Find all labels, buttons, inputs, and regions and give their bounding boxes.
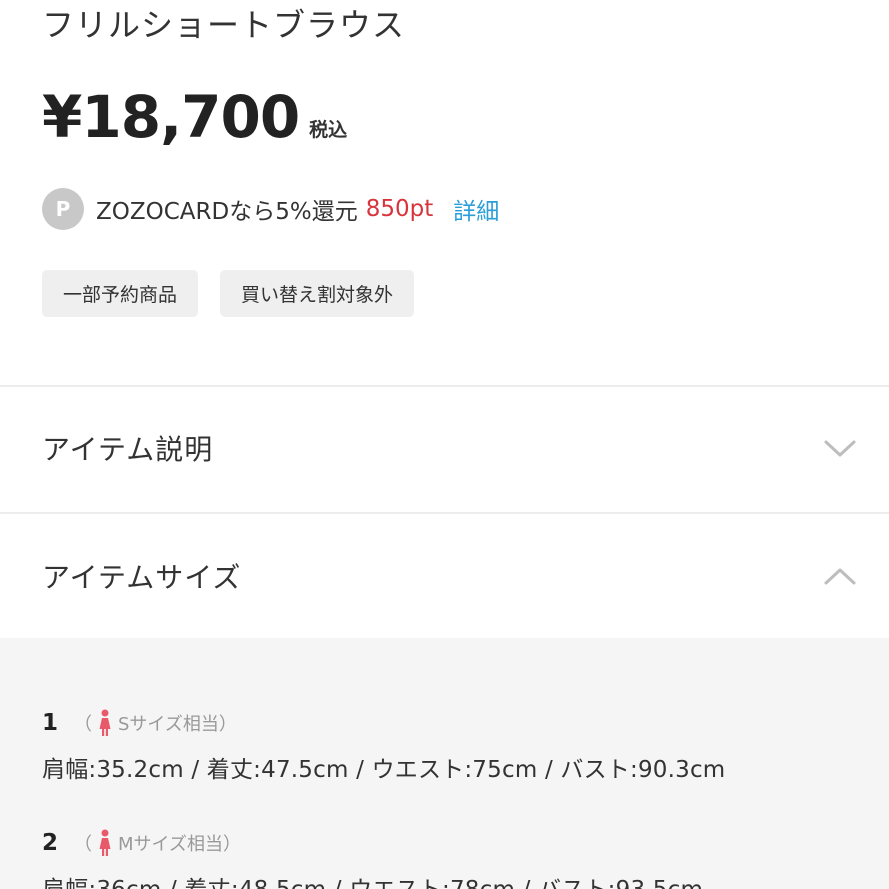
size-number: 2 — [42, 830, 59, 856]
size-head: 2 （ Mサイズ相当 ） — [42, 828, 703, 858]
accordion-title: アイテムサイズ — [42, 561, 242, 594]
size-equivalent: Sサイズ相当 — [118, 714, 219, 735]
product-detail-page: フリルショートブラウス ¥18,700 税込 P ZOZOCARDなら5%還元 … — [0, 0, 889, 889]
accordion-title: アイテム説明 — [42, 433, 214, 466]
points-detail-link[interactable]: 詳細 — [453, 192, 499, 226]
product-tags: 一部予約商品 買い替え割対象外 — [42, 270, 415, 317]
woman-icon — [99, 829, 111, 856]
size-head: 1 （ Sサイズ相当 ） — [42, 708, 725, 738]
points-value: 850pt — [365, 196, 434, 222]
accordion-item-description[interactable]: アイテム説明 — [0, 386, 889, 510]
accordion-item-size[interactable]: アイテムサイズ — [0, 514, 889, 638]
size-equivalent: Mサイズ相当 — [118, 834, 223, 855]
tag-trade-in-excluded: 買い替え割対象外 — [220, 270, 415, 317]
points-row: P ZOZOCARDなら5%還元 850pt 詳細 — [42, 188, 499, 230]
tax-label: 税込 — [309, 119, 348, 141]
size-paren-close: ） — [218, 714, 237, 735]
points-icon: P — [42, 188, 84, 230]
size-paren-open: （ — [74, 714, 92, 735]
size-entry: 2 （ Mサイズ相当 ） 肩幅:36cm / 着丈:48.5cm / ウエスト:… — [42, 828, 703, 889]
size-entry: 1 （ Sサイズ相当 ） 肩幅:35.2cm / 着丈:47.5cm / ウエス… — [42, 708, 725, 784]
size-measurements: 肩幅:35.2cm / 着丈:47.5cm / ウエスト:75cm / バスト:… — [42, 757, 726, 783]
points-text: ZOZOCARDなら5%還元 — [96, 199, 358, 225]
chevron-down-icon — [824, 440, 856, 457]
product-title: フリルショートブラウス — [42, 6, 406, 44]
size-number: 1 — [42, 710, 59, 736]
woman-icon — [99, 709, 111, 736]
size-paren-open: （ — [74, 834, 92, 855]
product-price: ¥18,700 — [42, 83, 300, 151]
size-measurements: 肩幅:36cm / 着丈:48.5cm / ウエスト:78cm / バスト:93… — [42, 870, 703, 889]
size-paren-close: ） — [223, 834, 241, 855]
tag-preorder: 一部予約商品 — [42, 270, 199, 317]
chevron-up-icon — [824, 568, 856, 585]
price-row: ¥18,700 税込 — [42, 86, 347, 148]
size-panel: 1 （ Sサイズ相当 ） 肩幅:35.2cm / 着丈:47.5cm / ウエス… — [0, 638, 889, 889]
